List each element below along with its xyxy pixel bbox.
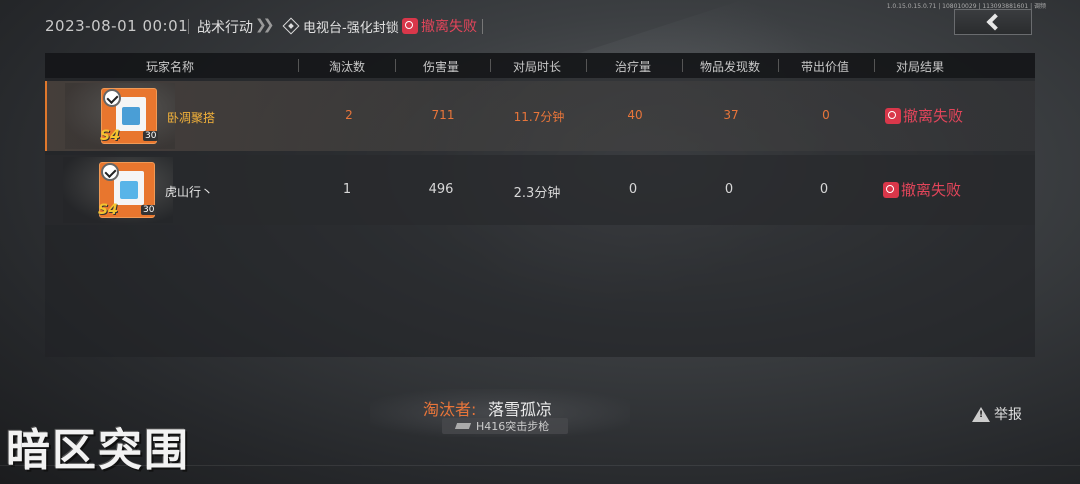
player-row[interactable]: S4 30 卧凋聚搭 2 711 11.7分钟 40 37 0 撤离失败 <box>45 81 1035 151</box>
divider <box>395 59 396 72</box>
divider <box>874 59 875 72</box>
killer-weapon: H416突击步枪 <box>442 418 568 434</box>
back-button[interactable] <box>954 9 1032 35</box>
player-row[interactable]: S4 30 虎山行丶 1 496 2.3分钟 0 0 0 撤离失败 <box>45 155 1035 225</box>
player-result-label: 撤离失败 <box>903 107 964 125</box>
col-extract-value: 带出价值 <box>800 60 849 74</box>
divider <box>682 59 683 72</box>
map-name: 电视台-强化封锁 <box>303 21 399 36</box>
fail-icon <box>402 18 418 34</box>
weapon-name: H416突击步枪 <box>476 420 550 433</box>
level-badge: 30 <box>143 131 159 141</box>
divider <box>188 19 189 34</box>
back-arrow-icon <box>986 13 1004 31</box>
col-items-found: 物品发现数 <box>699 60 760 74</box>
col-result: 对局结果 <box>895 60 944 74</box>
top-bar: 2023-08-01 00:01 战术行动 ❯❯ 电视台-强化封锁 撤离失败 1… <box>0 0 1080 52</box>
season-badge: S4 <box>98 202 118 218</box>
map-diamond-icon <box>282 17 300 35</box>
match-result-label: 撤离失败 <box>421 19 477 35</box>
duration-value: 2.3分钟 <box>513 186 561 201</box>
game-logo: 暗区突围 <box>6 425 190 476</box>
damage-value: 496 <box>428 182 454 197</box>
divider <box>0 465 1080 466</box>
level-badge: 30 <box>141 205 157 215</box>
player-result: 撤离失败 <box>883 179 961 200</box>
col-damage: 伤害量 <box>422 60 459 74</box>
divider <box>482 19 483 34</box>
fail-icon <box>885 107 901 124</box>
player-name: 卧凋聚搭 <box>167 111 216 125</box>
fail-icon <box>883 181 899 198</box>
scoreboard-header: 玩家名称 淘汰数 伤害量 对局时长 治疗量 物品发现数 带出价值 对局结果 <box>45 53 1035 78</box>
warning-icon <box>972 406 990 422</box>
extract-value: 0 <box>819 182 829 197</box>
col-player-name: 玩家名称 <box>145 60 194 74</box>
extract-value: 0 <box>822 108 830 122</box>
divider <box>490 59 491 72</box>
match-result-badge: 撤离失败 <box>402 16 477 36</box>
player-name: 虎山行丶 <box>165 185 214 199</box>
killer-name: 落雪孤凉 <box>488 400 553 419</box>
items-found-value: 37 <box>723 108 739 122</box>
divider <box>298 59 299 72</box>
gun-icon <box>454 423 472 429</box>
divider <box>778 59 779 72</box>
match-datetime: 2023-08-01 00:01 <box>45 17 189 35</box>
healing-value: 0 <box>628 182 638 197</box>
damage-value: 711 <box>431 108 455 122</box>
check-badge-icon <box>101 163 119 181</box>
player-result: 撤离失败 <box>885 105 963 126</box>
season-badge: S4 <box>100 128 120 144</box>
healing-value: 40 <box>627 108 643 122</box>
report-button[interactable]: 举报 <box>972 404 1022 424</box>
report-label: 举报 <box>994 407 1022 423</box>
chevron-right-icon: ❯❯ <box>255 17 275 33</box>
divider <box>586 59 587 72</box>
killer-label: 淘汰者: <box>423 400 477 419</box>
col-eliminations: 淘汰数 <box>328 60 365 74</box>
eliminations-value: 1 <box>342 182 352 197</box>
player-result-label: 撤离失败 <box>901 181 962 199</box>
duration-value: 11.7分钟 <box>513 110 565 124</box>
items-found-value: 0 <box>724 182 734 197</box>
game-mode: 战术行动 <box>197 20 253 36</box>
eliminations-value: 2 <box>345 108 353 122</box>
col-duration: 对局时长 <box>512 60 561 74</box>
check-badge-icon <box>103 89 121 107</box>
scoreboard-panel: 玩家名称 淘汰数 伤害量 对局时长 治疗量 物品发现数 带出价值 对局结果 S4… <box>45 53 1035 357</box>
col-healing: 治疗量 <box>614 60 651 74</box>
